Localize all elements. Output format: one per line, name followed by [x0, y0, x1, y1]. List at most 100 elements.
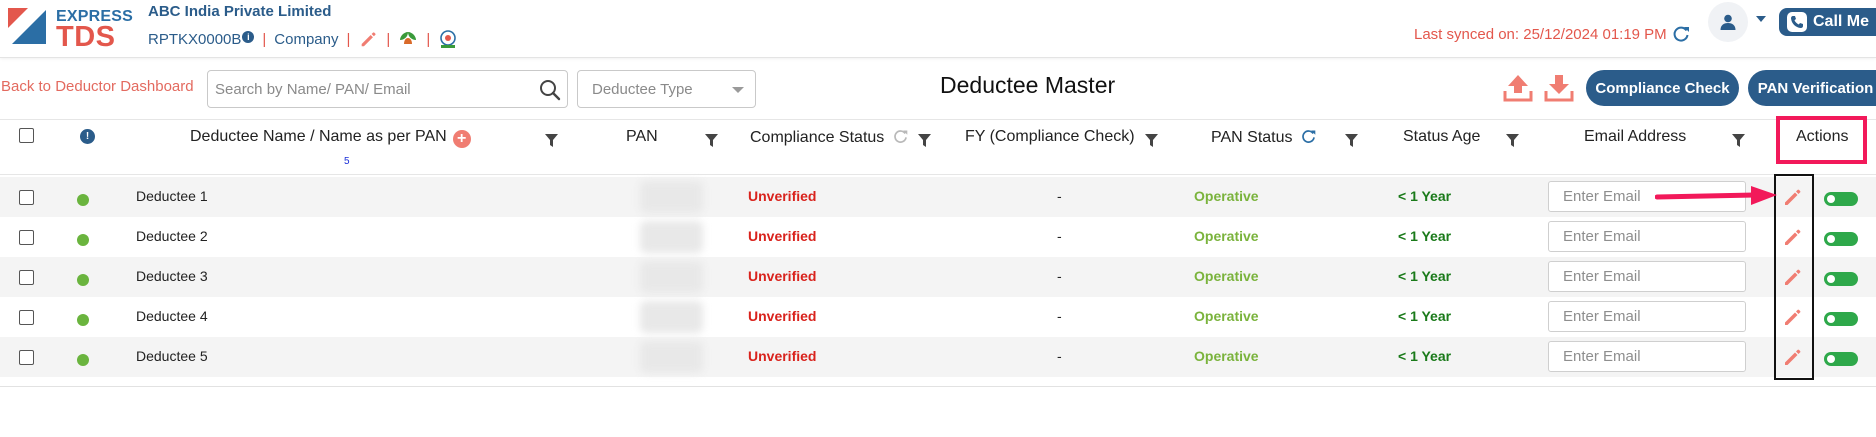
row-checkbox[interactable] — [19, 190, 34, 205]
filter-icon[interactable] — [1732, 134, 1745, 147]
deductee-name[interactable]: Deductee 1 — [136, 188, 208, 204]
status-dot-icon — [77, 234, 89, 246]
call-me-button[interactable]: Call Me — [1779, 8, 1876, 36]
status-dot-icon — [77, 354, 89, 366]
compliance-status: Unverified — [748, 188, 817, 204]
add-deductee-icon[interactable]: + — [452, 130, 471, 148]
row-checkbox[interactable] — [19, 310, 34, 325]
tan-info-icon[interactable]: i — [242, 30, 255, 43]
separator: | — [262, 30, 267, 48]
deductee-name[interactable]: Deductee 5 — [136, 348, 208, 364]
app-header: EXPRESS TDS ABC India Private Limited RP… — [0, 0, 1876, 58]
deductee-type-placeholder: Deductee Type — [592, 80, 693, 98]
user-avatar[interactable] — [1708, 2, 1748, 42]
fy-value: - — [1057, 308, 1062, 324]
express-tds-logo[interactable]: EXPRESS TDS — [6, 4, 133, 53]
filter-icon[interactable] — [918, 134, 931, 147]
compliance-status: Unverified — [748, 348, 817, 364]
chevron-down-icon — [732, 87, 744, 93]
column-header-compliance-status[interactable]: Compliance Status — [750, 128, 909, 147]
pan-value-redacted — [640, 261, 703, 293]
annotation-arrow-icon — [1655, 186, 1777, 205]
pan-value-redacted — [640, 221, 703, 253]
back-to-dashboard-link[interactable]: Back to Deductor Dashboard — [1, 78, 194, 95]
separator: | — [426, 30, 431, 48]
company-link[interactable]: Company — [274, 31, 338, 48]
search-icon[interactable] — [539, 79, 561, 101]
row-checkbox[interactable] — [19, 230, 34, 245]
pan-value-redacted — [640, 341, 703, 373]
status-age: < 1 Year — [1398, 188, 1452, 204]
search-box[interactable] — [207, 70, 568, 108]
separator: | — [386, 30, 391, 48]
tan-value: RPTKX0000B — [148, 30, 242, 48]
info-icon[interactable]: ! — [80, 129, 95, 144]
deductee-type-select[interactable]: Deductee Type — [577, 70, 756, 108]
active-toggle[interactable] — [1824, 232, 1858, 246]
pan-status: Operative — [1194, 228, 1259, 244]
deductee-count: 5 — [344, 156, 350, 167]
last-synced-text: Last synced on: 25/12/2024 01:19 PM — [1414, 26, 1667, 43]
emblem-icon[interactable] — [438, 29, 458, 49]
active-toggle[interactable] — [1824, 272, 1858, 286]
user-icon — [1720, 14, 1736, 30]
column-header-status-age[interactable]: Status Age — [1403, 128, 1480, 146]
deductee-name[interactable]: Deductee 4 — [136, 308, 208, 324]
fy-value: - — [1057, 268, 1062, 284]
filter-icon[interactable] — [1145, 134, 1158, 147]
filter-icon[interactable] — [1506, 134, 1519, 147]
download-icon[interactable] — [1543, 73, 1575, 103]
logo-text-tds: TDS — [56, 21, 116, 53]
compliance-check-button[interactable]: Compliance Check — [1586, 70, 1739, 106]
filter-icon[interactable] — [545, 134, 558, 147]
fy-value: - — [1057, 228, 1062, 244]
status-dot-icon — [77, 314, 89, 326]
status-dot-icon — [77, 274, 89, 286]
leaf-icon[interactable] — [398, 29, 418, 49]
actions-header-highlight — [1776, 116, 1867, 164]
refresh-icon[interactable] — [1300, 128, 1317, 145]
table-row: Deductee 1 Unverified - Operative < 1 Ye… — [0, 177, 1876, 217]
pan-status: Operative — [1194, 188, 1259, 204]
compliance-status: Unverified — [748, 228, 817, 244]
table-header: ! Deductee Name / Name as per PAN + 5 PAN… — [0, 119, 1876, 175]
column-header-fy[interactable]: FY (Compliance Check) — [965, 128, 1135, 146]
status-age: < 1 Year — [1398, 308, 1452, 324]
column-header-pan[interactable]: PAN — [626, 128, 658, 146]
company-name: ABC India Private Limited — [148, 3, 332, 20]
deductee-name[interactable]: Deductee 2 — [136, 228, 208, 244]
column-header-name[interactable]: Deductee Name / Name as per PAN + — [190, 128, 471, 148]
email-field[interactable] — [1548, 341, 1746, 372]
active-toggle[interactable] — [1824, 352, 1858, 366]
pan-status-label: PAN Status — [1211, 129, 1293, 146]
email-field[interactable] — [1548, 261, 1746, 292]
pan-status: Operative — [1194, 268, 1259, 284]
table-bottom-border — [0, 386, 1876, 387]
table-row: Deductee 5 Unverified - Operative < 1 Ye… — [0, 337, 1876, 377]
refresh-icon[interactable] — [1671, 24, 1691, 44]
chevron-down-icon[interactable] — [1754, 14, 1768, 24]
active-toggle[interactable] — [1824, 192, 1858, 206]
row-checkbox[interactable] — [19, 350, 34, 365]
pan-verification-button[interactable]: PAN Verification — [1748, 70, 1876, 106]
upload-icon[interactable] — [1502, 73, 1534, 103]
column-header-email[interactable]: Email Address — [1584, 128, 1686, 146]
row-checkbox[interactable] — [19, 270, 34, 285]
column-header-pan-status[interactable]: PAN Status — [1211, 128, 1317, 147]
pencil-icon[interactable] — [358, 29, 378, 49]
search-input[interactable] — [215, 80, 535, 98]
pan-value-redacted — [640, 301, 703, 333]
email-field[interactable] — [1548, 301, 1746, 332]
refresh-icon[interactable] — [892, 128, 909, 145]
active-toggle[interactable] — [1824, 312, 1858, 326]
select-all-checkbox[interactable] — [19, 128, 34, 143]
phone-icon — [1787, 12, 1807, 32]
separator: | — [346, 30, 351, 48]
status-dot-icon — [77, 194, 89, 206]
deductee-name[interactable]: Deductee 3 — [136, 268, 208, 284]
compliance-status-label: Compliance Status — [750, 129, 885, 146]
email-field[interactable] — [1548, 221, 1746, 252]
filter-icon[interactable] — [1345, 134, 1358, 147]
filter-icon[interactable] — [705, 134, 718, 147]
pan-value-redacted — [640, 181, 703, 213]
